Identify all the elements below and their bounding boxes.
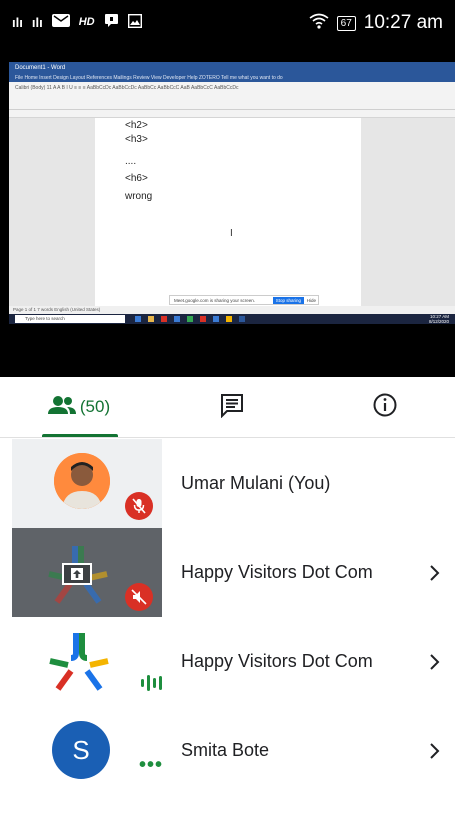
doc-line: <h3> [125,134,148,145]
tab-people[interactable]: (50) [40,377,118,437]
word-ribbon: Calibri (Body) 11 A A B I U ≡ ≡ ≡ AaBbCc… [9,82,455,110]
status-bar: ılı ılı HD 67 10:27 am [0,0,455,46]
windows-taskbar: Type here to search 10:27 AM 8/12/2020 [9,314,455,324]
hd-indicator: HD [78,16,95,28]
participant-name: Smita Bote [181,740,270,760]
participant-row[interactable]: S ••• Smita Bote [0,706,455,795]
people-icon [47,395,76,420]
taskbar-app-icon [187,316,193,322]
doc-line: wrong [125,191,153,202]
app-logo-icon [46,631,112,693]
info-icon [372,392,398,423]
mic-off-icon [125,492,153,520]
present-screen-icon [62,563,92,585]
participants-panel: (50) Umar Mulani (You) Happy Visitors Do… [0,377,455,814]
volume-off-icon [125,583,153,611]
battery-level: 67 [336,15,356,31]
shared-screen-word-window: Document1 - Word File Home Insert Design… [9,62,455,324]
wifi-icon [309,13,329,34]
taskbar-search: Type here to search [15,315,125,323]
participant-name: Happy Visitors Dot Com [181,651,373,671]
taskbar-clock: 10:27 AM 8/12/2020 [429,314,449,324]
gallery-icon [127,13,142,31]
doc-line: <h2> [125,120,148,131]
taskbar-app-icon [148,316,154,322]
taskbar-icons [135,316,245,322]
taskbar-app-icon [135,316,141,322]
doc-line: <h6> [125,173,148,184]
chevron-right-icon[interactable] [429,706,441,795]
people-count: (50) [79,397,111,416]
chevron-right-icon[interactable] [429,528,441,617]
taskbar-app-icon [239,316,245,322]
presentation-view[interactable]: Document1 - Word File Home Insert Design… [0,46,455,376]
participant-name: Happy Visitors Dot Com [181,562,373,582]
word-ruler [9,110,455,118]
chat-bubble-icon [104,13,119,31]
participant-row-presenting[interactable]: Happy Visitors Dot Com [0,528,455,617]
word-document-page: <h2> <h3> .... <h6> wrong I [95,118,361,314]
signal-strength-2: ılı [31,14,43,30]
status-right: 67 10:27 am [309,12,443,34]
more-dots-icon: ••• [139,754,164,776]
participant-row-you[interactable]: Umar Mulani (You) [0,439,455,528]
tab-info[interactable] [355,377,415,437]
word-status-bar: Page 1 of 1 7 words English (United Stat… [9,306,455,314]
taskbar-app-icon [174,316,180,322]
participant-name: Umar Mulani (You) [181,473,331,493]
taskbar-app-icon [161,316,167,322]
chat-icon [219,392,245,423]
active-tab-indicator [42,434,118,437]
tab-chat[interactable] [205,377,259,437]
hide-button: Hide [306,298,316,303]
taskbar-date: 8/12/2020 [428,319,449,324]
avatar [54,453,110,509]
taskbar-app-icon [213,316,219,322]
text-cursor-icon: I [230,228,233,239]
participant-tile [12,528,162,617]
speaking-indicator-icon [141,675,162,691]
clock: 10:27 am [363,12,443,33]
taskbar-app-icon [226,316,232,322]
share-notice-text: Meet.google.com is sharing your screen. [174,298,256,303]
chevron-right-icon[interactable] [429,617,441,706]
avatar: S [52,721,110,779]
status-left: ılı ılı HD [12,13,142,31]
message-icon [51,14,70,30]
stop-sharing-button: Stop sharing [272,297,304,304]
participant-tile [12,617,162,706]
participant-tile [12,439,162,528]
panel-tabs: (50) [0,377,455,438]
participant-row[interactable]: Happy Visitors Dot Com [0,617,455,706]
screen-share-notice: Meet.google.com is sharing your screen. … [169,295,319,305]
taskbar-app-icon [200,316,206,322]
word-title-bar: Document1 - Word [9,62,455,74]
participant-tile: S ••• [12,706,162,795]
word-menu-bar: File Home Insert Design Layout Reference… [9,74,455,82]
signal-strength-1: ılı [12,14,23,30]
doc-line: .... [125,156,137,167]
